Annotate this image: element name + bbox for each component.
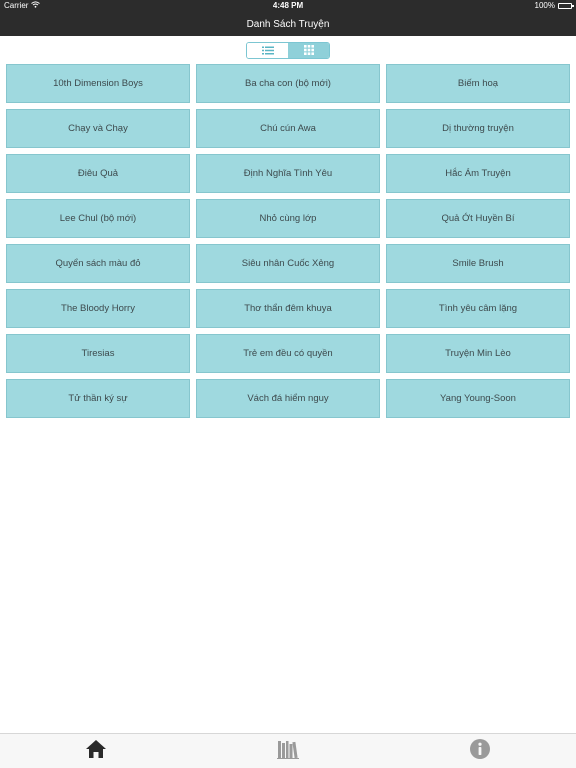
status-time: 4:48 PM: [272, 1, 304, 10]
story-cell[interactable]: Hắc Ám Truyện: [386, 154, 570, 193]
story-cell[interactable]: Nhỏ cùng lớp: [196, 199, 380, 238]
navigation-bar: Danh Sách Truyện: [0, 12, 576, 36]
story-cell[interactable]: Ba cha con (bộ mới): [196, 64, 380, 103]
story-cell[interactable]: Quả Ớt Huyền Bí: [386, 199, 570, 238]
story-cell[interactable]: 10th Dimension Boys: [6, 64, 190, 103]
story-cell[interactable]: Siêu nhân Cuốc Xẻng: [196, 244, 380, 283]
story-cell[interactable]: Lee Chul (bộ mới): [6, 199, 190, 238]
tab-home[interactable]: [0, 734, 192, 768]
story-cell[interactable]: Tình yêu câm lặng: [386, 289, 570, 328]
story-cell[interactable]: Quyển sách màu đỏ: [6, 244, 190, 283]
page-title: Danh Sách Truyện: [246, 18, 330, 30]
tab-info[interactable]: [384, 734, 576, 768]
battery-label: 100%: [534, 1, 555, 10]
grid-view-button[interactable]: [288, 43, 329, 58]
story-cell[interactable]: Tiresias: [6, 334, 190, 373]
story-cell[interactable]: Chạy và Chạy: [6, 109, 190, 148]
info-icon: [469, 738, 491, 765]
story-cell[interactable]: Chú cún Awa: [196, 109, 380, 148]
story-cell[interactable]: Định Nghĩa Tình Yêu: [196, 154, 380, 193]
story-grid: 10th Dimension Boys Ba cha con (bộ mới) …: [6, 64, 570, 418]
grid-icon: [303, 43, 314, 58]
story-cell[interactable]: Tử thần ký sự: [6, 379, 190, 418]
home-icon: [85, 739, 107, 764]
story-cell[interactable]: Thơ thẩn đêm khuya: [196, 289, 380, 328]
story-cell[interactable]: Trẻ em đều có quyền: [196, 334, 380, 373]
story-cell[interactable]: Truyện Min Lèo: [386, 334, 570, 373]
story-cell[interactable]: Biếm hoạ: [386, 64, 570, 103]
status-bar: Carrier 4:48 PM 100%: [0, 0, 576, 12]
tab-library[interactable]: [192, 734, 384, 768]
story-cell[interactable]: Yang Young-Soon: [386, 379, 570, 418]
list-view-button[interactable]: [247, 43, 288, 58]
list-icon: [261, 43, 274, 58]
story-cell[interactable]: Điêu Quả: [6, 154, 190, 193]
tab-bar: [0, 733, 576, 768]
view-toggle: [246, 42, 330, 59]
story-cell[interactable]: Smile Brush: [386, 244, 570, 283]
story-cell[interactable]: The Bloody Horry: [6, 289, 190, 328]
battery-icon: [558, 2, 574, 9]
story-cell[interactable]: Vách đá hiểm nguy: [196, 379, 380, 418]
story-cell[interactable]: Dị thường truyện: [386, 109, 570, 148]
library-icon: [277, 739, 299, 764]
